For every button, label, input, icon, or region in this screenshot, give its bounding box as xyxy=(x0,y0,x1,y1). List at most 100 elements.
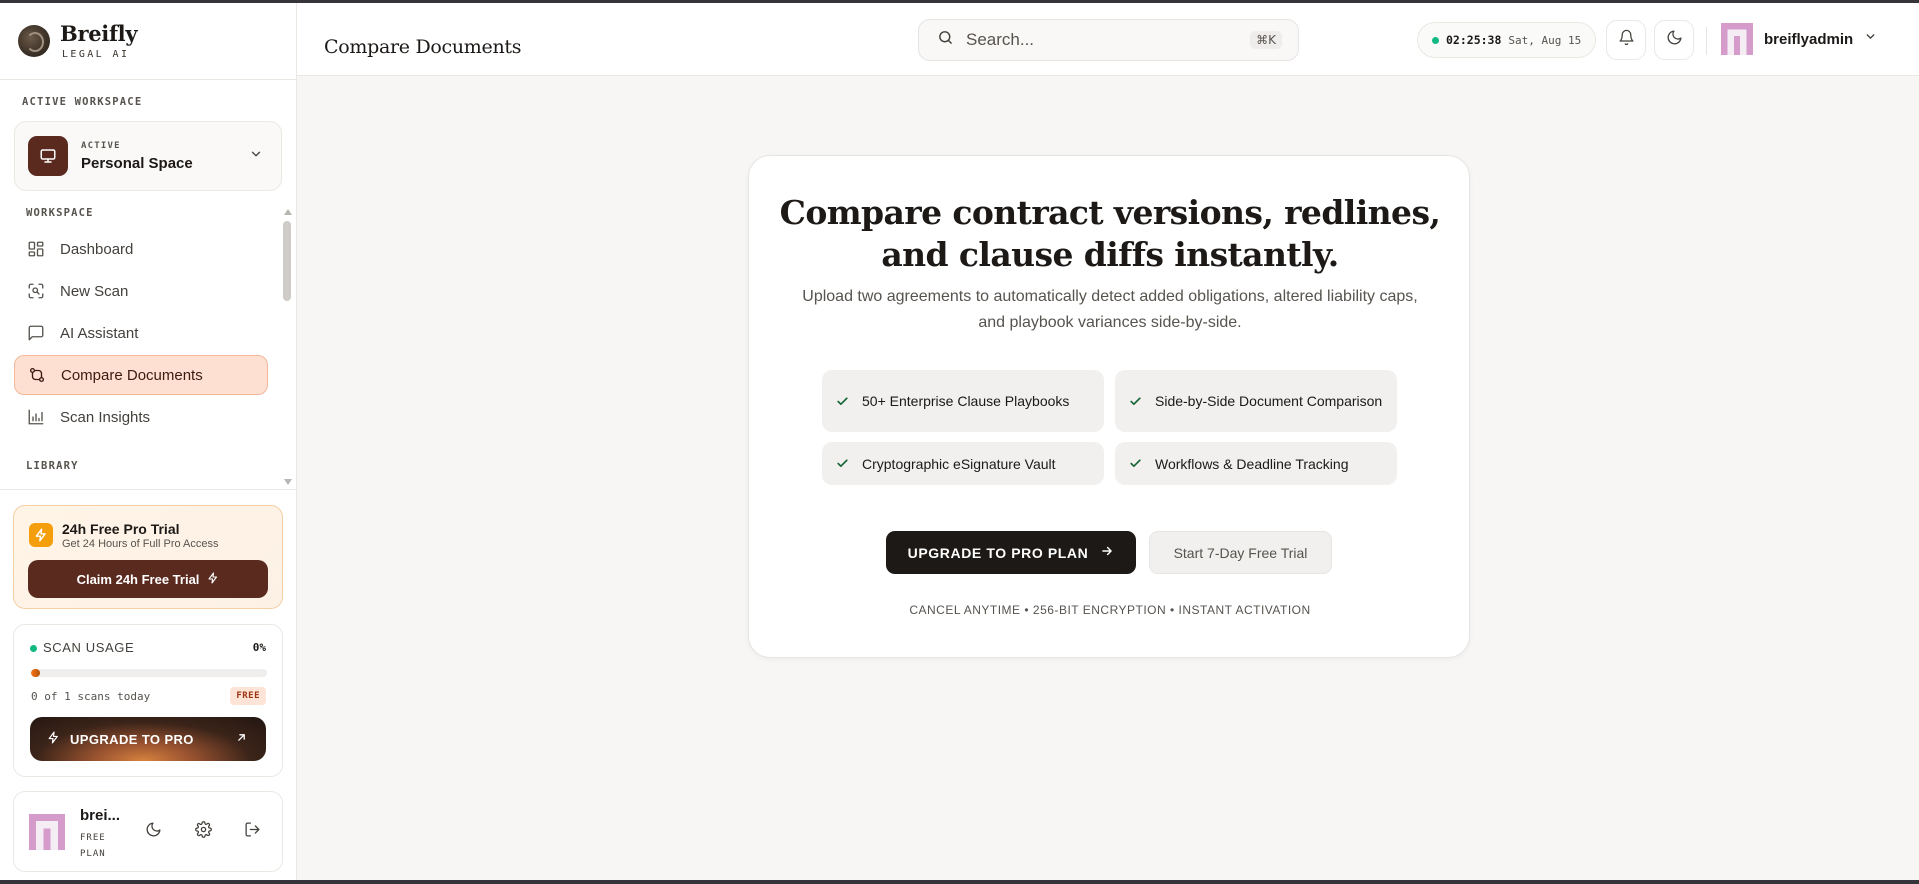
feature-label: 50+ Enterprise Clause Playbooks xyxy=(862,393,1070,409)
page-title: Compare Documents xyxy=(324,36,522,58)
sidebar-nav: Dashboard New Scan AI Assistant Compare … xyxy=(14,229,268,439)
upgrade-pro-plan-button[interactable]: UPGRADE TO PRO PLAN xyxy=(886,531,1136,574)
sidebar-item-dashboard[interactable]: Dashboard xyxy=(14,229,268,269)
lightning-icon xyxy=(29,523,53,547)
feature-item: Workflows & Deadline Tracking xyxy=(1115,442,1397,485)
check-icon xyxy=(836,395,850,408)
monitor-icon xyxy=(28,136,68,176)
start-free-trial-button[interactable]: Start 7-Day Free Trial xyxy=(1149,531,1332,574)
sidebar-item-label: Dashboard xyxy=(60,240,134,258)
check-icon xyxy=(1129,395,1143,408)
plan-badge: FREE xyxy=(230,687,266,705)
feature-label: Workflows & Deadline Tracking xyxy=(1155,455,1349,472)
theme-toggle-button[interactable] xyxy=(142,821,164,843)
brand-tagline: LEGAL AI xyxy=(62,49,130,60)
profile-username: breiflyadmin xyxy=(1764,30,1854,48)
sidebar: Breifly LEGAL AI ACTIVE WORKSPACE ACTIVE… xyxy=(0,3,297,880)
sidebar-item-label: New Scan xyxy=(60,282,129,300)
hero-subtext: Upload two agreements to automatically d… xyxy=(802,288,1418,331)
user-plan: FREE PLAN xyxy=(80,833,106,859)
sidebar-item-label: AI Assistant xyxy=(60,324,139,342)
upgrade-to-pro-button[interactable]: UPGRADE TO PRO xyxy=(30,717,266,761)
brand[interactable]: Breifly LEGAL AI xyxy=(18,21,138,60)
theme-toggle-button[interactable] xyxy=(1654,20,1694,60)
search-icon xyxy=(937,29,954,51)
trial-title: 24h Free Pro Trial xyxy=(62,521,180,537)
avatar xyxy=(1721,23,1753,55)
settings-button[interactable] xyxy=(192,821,214,843)
sidebar-divider xyxy=(0,489,296,490)
moon-icon xyxy=(1666,29,1683,51)
claim-trial-button[interactable]: Claim 24h Free Trial xyxy=(28,560,268,598)
arrow-right-icon xyxy=(1100,544,1114,561)
fineprint: CANCEL ANYTIME • 256-BIT ENCRYPTION • IN… xyxy=(909,603,1311,617)
avatar[interactable] xyxy=(29,813,65,851)
trial-subtitle: Get 24 Hours of Full Pro Access xyxy=(62,538,219,550)
feature-item: 50+ Enterprise Clause Playbooks xyxy=(822,370,1104,432)
clock-widget: 02:25:38 Sat, Aug 15 xyxy=(1417,22,1596,58)
clock-date: Sat, Aug 15 xyxy=(1508,33,1582,47)
sidebar-scrollbar[interactable] xyxy=(283,209,292,485)
workspace-state: ACTIVE xyxy=(81,140,121,151)
status-dot xyxy=(30,645,37,652)
workspace-section-label: ACTIVE WORKSPACE xyxy=(22,96,143,108)
workspace-name: Personal Space xyxy=(81,154,193,172)
usage-count: 0 of 1 scans today xyxy=(31,690,151,703)
scan-icon xyxy=(26,281,46,301)
search-shortcut: ⌘K xyxy=(1250,31,1282,49)
check-icon xyxy=(1129,457,1143,470)
sidebar-item-scan-insights[interactable]: Scan Insights xyxy=(14,397,268,437)
sidebar-item-compare-documents[interactable]: Compare Documents xyxy=(14,355,268,395)
search-input[interactable]: Search... ⌘K xyxy=(918,19,1299,61)
trial-card: 24h Free Pro Trial Get 24 Hours of Full … xyxy=(13,505,283,609)
search-placeholder: Search... xyxy=(966,30,1035,49)
notifications-button[interactable] xyxy=(1606,20,1646,60)
user-name: brei... xyxy=(80,807,121,824)
sidebar-item-label: Scan Insights xyxy=(60,408,151,426)
brand-name: Breifly xyxy=(60,21,138,46)
logout-button[interactable] xyxy=(241,821,263,843)
lightning-icon xyxy=(207,571,219,587)
gear-icon xyxy=(194,821,212,843)
nav-section-label: WORKSPACE xyxy=(26,207,94,219)
hero-headline: Compare contract versions, redlines, and… xyxy=(779,193,1441,274)
usage-title: SCAN USAGE xyxy=(43,640,135,655)
bell-icon xyxy=(1618,29,1635,51)
clock-time: 02:25:38 xyxy=(1446,33,1502,47)
arrow-up-right-icon xyxy=(235,731,248,747)
toolbar-divider xyxy=(1706,27,1707,55)
brand-logo-icon xyxy=(18,25,50,57)
start-free-trial-label: Start 7-Day Free Trial xyxy=(1173,544,1308,561)
app-window: Breifly LEGAL AI ACTIVE WORKSPACE ACTIVE… xyxy=(0,3,1919,880)
logout-icon xyxy=(244,821,261,843)
sidebar-item-ai-assistant[interactable]: AI Assistant xyxy=(14,313,268,353)
user-card: brei... FREE PLAN xyxy=(13,791,283,872)
feature-label: Side-by-Side Document Comparison xyxy=(1155,393,1383,409)
upgrade-card: Compare contract versions, redlines, and… xyxy=(748,155,1470,658)
usage-progress-bar xyxy=(31,669,267,677)
status-dot xyxy=(1432,36,1439,44)
scan-usage-card: SCAN USAGE 0% 0 of 1 scans today FREE UP… xyxy=(13,624,283,777)
grid-icon xyxy=(26,239,46,259)
bar-chart-icon xyxy=(26,407,46,427)
moon-icon xyxy=(145,821,162,843)
upgrade-label: UPGRADE TO PRO xyxy=(70,731,194,747)
chevron-down-icon xyxy=(249,147,263,166)
profile-menu[interactable]: breiflyadmin xyxy=(1721,23,1877,55)
scrollbar-thumb[interactable] xyxy=(283,221,291,301)
scroll-up-arrow-icon[interactable] xyxy=(284,209,292,215)
feature-item: Side-by-Side Document Comparison xyxy=(1115,370,1397,432)
claim-trial-label: Claim 24h Free Trial xyxy=(76,571,200,587)
feature-item: Cryptographic eSignature Vault xyxy=(822,442,1104,485)
compare-icon xyxy=(27,365,47,385)
top-bar: Compare Documents Search... ⌘K 02:25:38 … xyxy=(297,3,1919,76)
workspace-switcher[interactable]: ACTIVE Personal Space xyxy=(14,121,282,191)
scroll-down-arrow-icon[interactable] xyxy=(284,479,292,485)
sidebar-item-new-scan[interactable]: New Scan xyxy=(14,271,268,311)
lightning-icon xyxy=(47,731,60,747)
usage-percent: 0% xyxy=(252,641,266,654)
sidebar-divider xyxy=(0,79,296,80)
check-icon xyxy=(836,457,850,470)
feature-label: Cryptographic eSignature Vault xyxy=(862,455,1056,472)
window-bottom-edge xyxy=(0,880,1919,884)
